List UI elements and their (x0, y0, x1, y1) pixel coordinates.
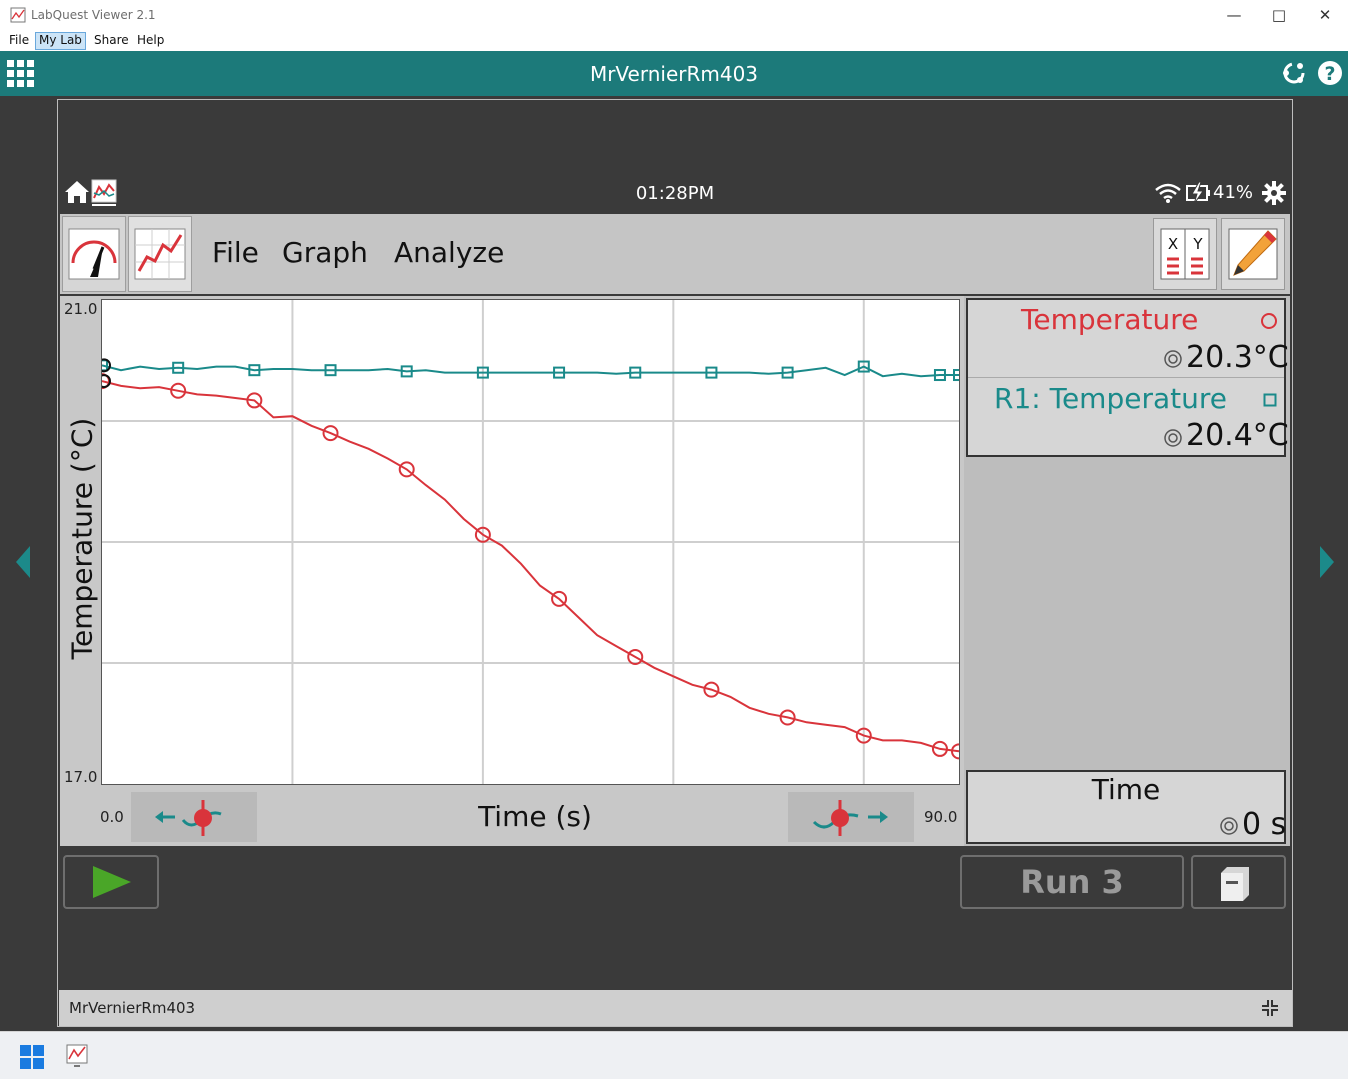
meter-value-r1-temperature: 20.4°C (1186, 418, 1289, 453)
window-title: LabQuest Viewer 2.1 (31, 8, 156, 22)
windows-start-icon[interactable] (20, 1045, 44, 1069)
scroll-left-button[interactable] (131, 792, 257, 842)
store-run-button[interactable] (1191, 855, 1286, 909)
live-reading-icon (1164, 429, 1182, 447)
run-label[interactable]: Run 3 (960, 855, 1184, 909)
circle-marker-icon (1261, 313, 1277, 329)
help-icon[interactable]: ? (1317, 60, 1343, 86)
device-menu-analyze[interactable]: Analyze (394, 236, 504, 269)
sync-icon[interactable] (1281, 60, 1307, 86)
apps-grid-icon[interactable] (7, 60, 34, 87)
x-axis-max-label[interactable]: 90.0 (924, 808, 957, 826)
meter-value-temperature: 20.3°C (1186, 340, 1289, 375)
device-name-label: MrVernierRm403 (69, 999, 196, 1017)
previous-device-arrow-icon[interactable] (16, 546, 30, 578)
pencil-notes-icon (1228, 228, 1278, 280)
next-device-arrow-icon[interactable] (1320, 546, 1334, 578)
svg-text:X: X (1168, 235, 1178, 253)
plot-area[interactable] (94, 299, 967, 785)
header-title: MrVernierRm403 (589, 62, 759, 86)
menu-share[interactable]: Share (91, 32, 132, 48)
menu-help[interactable]: Help (134, 32, 167, 48)
menu-file[interactable]: File (6, 32, 32, 48)
temperature-chart[interactable] (94, 300, 967, 784)
wifi-icon (1155, 183, 1181, 203)
meter-divider (968, 377, 1284, 378)
xy-table-icon: X Y (1160, 228, 1210, 280)
live-reading-icon (1164, 350, 1182, 368)
square-marker-icon (1263, 393, 1277, 407)
meter-tab[interactable] (62, 216, 126, 292)
time-meter-value: 0 s (1242, 807, 1287, 842)
device-clock: 01:28PM (635, 183, 715, 204)
x-axis-title: Time (s) (478, 800, 592, 833)
battery-level: 41% (1213, 182, 1254, 203)
device-footer (59, 990, 1292, 1026)
file-cabinet-icon (1221, 867, 1249, 901)
menu-bar (0, 30, 1348, 51)
live-reading-icon (1220, 817, 1238, 835)
start-collection-button[interactable] (63, 855, 159, 909)
minimize-button[interactable]: — (1211, 0, 1257, 30)
close-button[interactable]: ✕ (1302, 0, 1348, 30)
graph-tab[interactable] (128, 216, 192, 292)
scroll-right-button[interactable] (788, 792, 914, 842)
x-axis-min-label[interactable]: 0.0 (100, 808, 124, 826)
series-line-temperature (101, 380, 960, 753)
table-view-button[interactable]: X Y (1153, 218, 1217, 290)
play-icon (93, 866, 131, 898)
battery-charging-icon (1186, 182, 1210, 204)
meter-label-temperature: Temperature (1021, 303, 1199, 336)
y-axis-max-label[interactable]: 21.0 (64, 300, 97, 318)
y-axis-title: Temperature (°C) (65, 417, 99, 660)
scroll-left-icon (155, 800, 222, 836)
y-axis-min-label[interactable]: 17.0 (64, 768, 97, 786)
graph-line-icon (134, 228, 186, 280)
meter-gauge-icon (68, 228, 120, 280)
scroll-right-icon (812, 800, 888, 836)
notes-button[interactable] (1221, 218, 1285, 290)
windows-taskbar (0, 1031, 1348, 1079)
time-meter-label: Time (1091, 773, 1161, 806)
settings-gear-icon[interactable] (1262, 181, 1286, 205)
maximize-button[interactable]: □ (1256, 0, 1302, 30)
labquest-taskbar-icon[interactable] (65, 1043, 89, 1067)
meter-label-r1-temperature: R1: Temperature (994, 382, 1227, 415)
menu-my-lab[interactable]: My Lab (35, 32, 86, 50)
window-title-bar (0, 0, 1348, 30)
device-menu-file[interactable]: File (212, 236, 259, 269)
collapse-view-icon[interactable] (1258, 996, 1282, 1020)
labquest-app-icon (10, 7, 26, 23)
device-menu-graph[interactable]: Graph (282, 236, 368, 269)
svg-text:Y: Y (1192, 235, 1203, 253)
series-line-r1-temperature (101, 364, 959, 378)
svg-text:?: ? (1324, 63, 1335, 85)
